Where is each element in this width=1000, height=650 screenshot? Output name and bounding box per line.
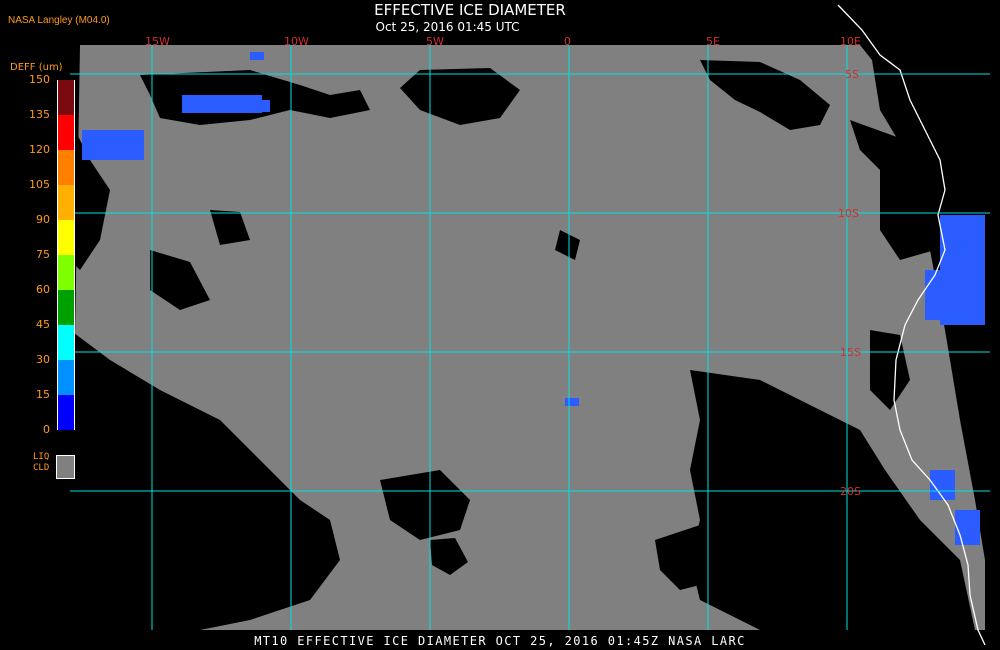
legend-swatch-1 [57, 80, 75, 115]
legend-swatch-2 [57, 115, 75, 150]
lat-label-20s: 20S [840, 485, 861, 498]
lon-label-5e: 5E [706, 35, 720, 48]
legend-tick: 135 [29, 108, 50, 121]
legend-swatch-9 [57, 360, 75, 395]
lat-label-15s: 15S [840, 346, 861, 359]
satellite-map: 15W 10W 5W 0 5E 10E 5S 10S 15S 20S [70, 4, 990, 646]
liquid-label-line-1: LIQ [33, 452, 50, 462]
legend-tick: 105 [29, 178, 50, 191]
lon-label-0: 0 [564, 35, 571, 48]
legend-swatch-7 [57, 290, 75, 325]
legend-tick: 0 [43, 423, 50, 436]
legend-tick: 15 [36, 388, 50, 401]
lon-label-5w: 5W [426, 35, 444, 48]
legend-swatch-3 [57, 150, 75, 185]
legend-tick: 90 [36, 213, 50, 226]
liquid-cloud-swatch [56, 455, 75, 479]
liquid-cloud-label: LIQ CLD [33, 452, 49, 474]
lat-label-5s: 5S [845, 68, 859, 81]
lon-label-10w: 10W [284, 35, 309, 48]
legend-tick: 120 [29, 143, 50, 156]
liquid-label-line-2: CLD [33, 463, 50, 473]
lon-label-10e: 10E [840, 35, 861, 48]
footer-caption: MT10 EFFECTIVE ICE DIAMETER OCT 25, 2016… [254, 634, 746, 648]
legend-swatch-5 [57, 220, 75, 255]
legend-tick: 60 [36, 283, 50, 296]
legend-swatch-6 [57, 255, 75, 290]
legend-swatch-10 [57, 395, 75, 430]
legend-tick: 75 [36, 248, 50, 261]
lat-label-10s: 10S [838, 207, 859, 220]
legend-swatch-4 [57, 185, 75, 220]
lon-label-15w: 15W [145, 35, 170, 48]
legend-tick: 30 [36, 353, 50, 366]
legend-tick: 45 [36, 318, 50, 331]
legend-tick: 150 [29, 73, 50, 86]
legend-title: DEFF (um) [10, 62, 63, 73]
legend-swatch-8 [57, 325, 75, 360]
